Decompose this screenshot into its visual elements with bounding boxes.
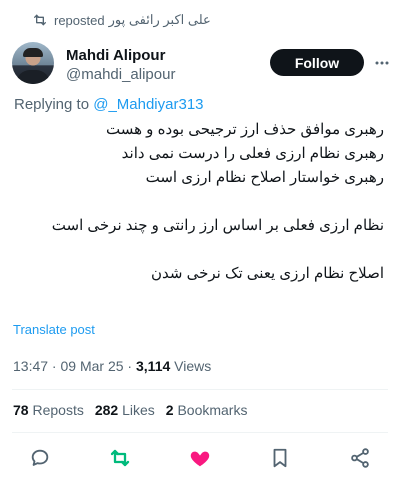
like-icon[interactable] [188,446,212,470]
likes-label: Likes [122,402,155,418]
author-block[interactable]: Mahdi Alipour @mahdi_alipour [66,46,175,85]
avatar-cap [23,48,43,57]
meta-separator: · [48,358,61,374]
follow-button[interactable]: Follow [270,49,364,76]
engagement-stats: 78 Reposts 282 Likes 2 Bookmarks [13,402,247,418]
post-time[interactable]: 13:47 [13,358,48,374]
post-line: نظام ارزی فعلی بر اساس ارز رانتی و چند ن… [51,217,384,234]
post-line: اصلاح نظام ارزی یعنی تک نرخی شدن [151,265,384,282]
repost-icon[interactable] [108,446,132,470]
post-line: رهبری نظام ارزی فعلی را درست نمی داند [121,145,384,162]
likes-stat[interactable]: 282 Likes [95,402,155,418]
post-line: رهبری موافق حذف ارز ترجیحی بوده و هست [105,121,384,138]
post-line-blank [14,238,384,262]
likes-count: 282 [94,402,119,418]
bookmarks-label: Bookmarks [177,402,248,418]
reposts-label: Reposts [32,402,84,418]
reposts-stat[interactable]: 78 Reposts [13,402,84,418]
views-count: 3,114 [136,358,171,374]
more-icon[interactable] [374,55,390,71]
post-body: رهبری موافق حذف ارز ترجیحی بوده و هست ره… [14,118,384,286]
author-display-name[interactable]: Mahdi Alipour [66,46,175,65]
repost-suffix: reposted [54,12,105,28]
post-date[interactable]: 09 Mar 25 [61,358,124,374]
divider [12,432,388,433]
post-line: رهبری خواستار اصلاح نظام ارزی است [145,169,384,186]
reply-icon[interactable] [28,446,52,470]
reposter-name[interactable]: علی اکبر رائفی پور [109,12,211,28]
share-icon[interactable] [348,446,372,470]
repost-icon [32,12,48,28]
replying-prefix: Replying to [14,96,90,113]
post-line-blank [14,190,384,214]
translate-post-link[interactable]: Translate post [13,322,95,337]
avatar[interactable] [12,42,54,84]
reply-mention-link[interactable]: @_Mahdiyar313 [93,96,203,113]
reposts-count: 78 [13,402,29,418]
divider [12,389,388,390]
author-handle[interactable]: @mahdi_alipour [66,65,175,85]
repost-banner[interactable]: reposted علی اکبر رائفی پور [32,12,211,28]
bookmarks-stat[interactable]: 2 Bookmarks [166,402,248,418]
meta-separator: · [123,358,136,374]
action-bar [28,446,372,470]
bookmarks-count: 2 [165,402,174,418]
avatar-shoulders [16,70,50,84]
bookmark-icon[interactable] [268,446,292,470]
replying-to: Replying to @_Mahdiyar313 [14,96,204,113]
post-meta: 13:47 · 09 Mar 25 · 3,114 Views [13,358,211,374]
views-label: Views [170,358,212,374]
